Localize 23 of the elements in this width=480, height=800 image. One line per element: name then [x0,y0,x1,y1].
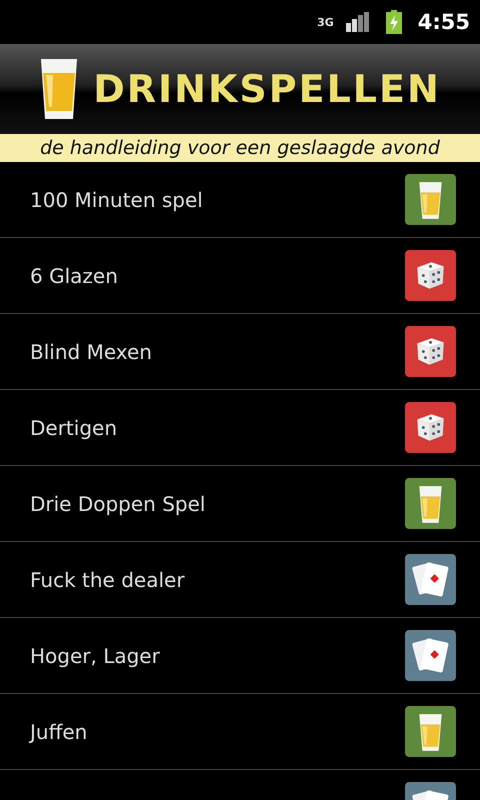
game-list-item[interactable]: 100 Minuten spel [0,162,480,238]
app-title: DRINKSPELLEN [93,67,441,111]
game-list-item[interactable]: Dertigen [0,390,480,466]
playing-cards-icon [405,554,456,605]
game-list-item[interactable]: 6 Glazen [0,238,480,314]
playing-cards-icon [405,630,456,681]
network-type-label: 3G [317,16,334,28]
battery-charging-icon [386,10,402,34]
beer-glass-icon [39,57,80,121]
signal-icon [346,12,370,32]
dice-icon [405,402,456,453]
beer-glass-icon [405,174,456,225]
dice-icon [405,250,456,301]
game-list-item[interactable]: Hoger, Lager [0,618,480,694]
game-list-item[interactable]: Fuck the dealer [0,542,480,618]
clock-time: 4:55 [418,10,470,34]
game-list-item[interactable]: Drie Doppen Spel [0,466,480,542]
game-list-item[interactable]: Juffen [0,694,480,770]
tagline: de handleiding voor een geslaagde avond [40,137,440,159]
beer-glass-icon [405,478,456,529]
game-list-item[interactable]: Blind Mexen [0,314,480,390]
dice-icon [405,326,456,377]
beer-glass-icon [405,706,456,757]
